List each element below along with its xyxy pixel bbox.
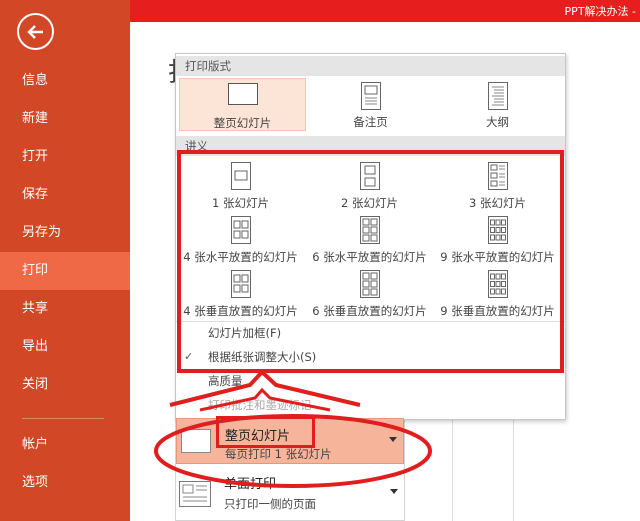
layout-label: 整页幻灯片 [213, 116, 272, 130]
nav-open[interactable]: 打开 [0, 138, 130, 176]
full-page-slide-icon [227, 83, 258, 105]
chevron-down-icon [389, 437, 397, 442]
nav-export[interactable]: 导出 [0, 328, 130, 366]
arrow-left-icon [27, 25, 43, 39]
print-sides-selector[interactable]: 单面打印 只打印一侧的页面 [176, 469, 404, 521]
nav-save[interactable]: 保存 [0, 176, 130, 214]
chevron-down-icon [390, 489, 398, 494]
outline-icon [487, 82, 508, 110]
selector-subtitle: 每页打印 1 张幻灯片 [225, 447, 332, 461]
nav-new[interactable]: 新建 [0, 100, 130, 138]
nav-close[interactable]: 关闭 [0, 366, 130, 404]
one-sided-icon [179, 481, 211, 507]
option-print-comments[interactable]: 打印批注和墨迹标记 [176, 394, 565, 416]
layout-full-page-slide[interactable]: 整页幻灯片 [179, 78, 306, 131]
nav-divider [22, 418, 104, 419]
section-header-print-layout: 打印版式 [176, 56, 565, 76]
layout-outline[interactable]: 大纲 [434, 78, 561, 131]
annotation-rectangle-small [216, 416, 315, 448]
option-label: 高质量 [208, 374, 243, 388]
window-title: PPT解决办法 - [564, 5, 636, 18]
nav-share[interactable]: 共享 [0, 290, 130, 328]
back-button[interactable] [17, 13, 54, 50]
nav-account[interactable]: 帐户 [0, 426, 130, 464]
selector-title: 单面打印 [224, 477, 277, 492]
layout-label: 大纲 [486, 115, 509, 129]
layout-label: 备注页 [353, 115, 388, 129]
nav-save-as[interactable]: 另存为 [0, 214, 130, 252]
full-page-slide-icon [181, 429, 211, 453]
nav-options[interactable]: 选项 [0, 464, 130, 502]
nav-info[interactable]: 信息 [0, 62, 130, 100]
annotation-rectangle [177, 150, 564, 373]
nav-print[interactable]: 打印 [0, 252, 130, 290]
title-bar: PPT解决办法 - [130, 0, 640, 22]
notes-page-icon [360, 82, 381, 110]
selector-subtitle: 只打印一侧的页面 [224, 497, 316, 511]
backstage-sidebar: 信息 新建 打开 保存 另存为 打印 共享 导出 关闭 帐户 选项 [0, 0, 130, 521]
option-label: 打印批注和墨迹标记 [208, 398, 312, 412]
layout-notes-page[interactable]: 备注页 [307, 78, 434, 131]
option-high-quality[interactable]: 高质量 [176, 370, 565, 392]
